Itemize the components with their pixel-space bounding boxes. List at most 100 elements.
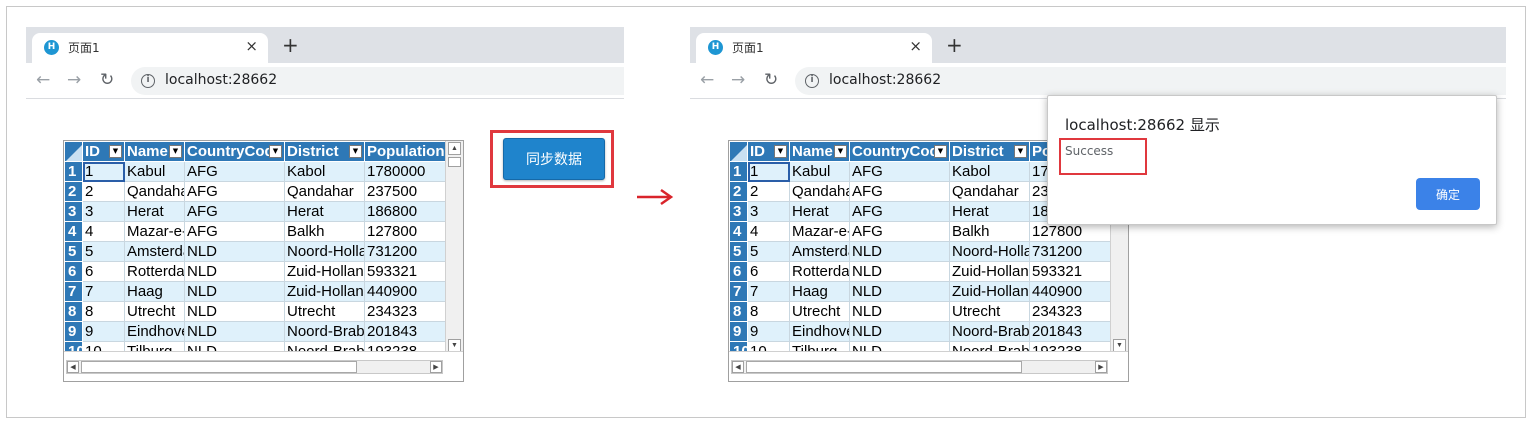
table-cell[interactable]: 2 [747,181,790,202]
filter-dropdown-icon[interactable]: ▼ [774,145,787,158]
table-row[interactable]: 66RotterdamNLDZuid-Holland593321 [729,261,1111,282]
table-cell[interactable]: Mazar-e-Sharif [789,221,850,242]
table-cell[interactable]: 440900 [364,281,446,302]
forward-arrow-icon[interactable]: → [67,70,81,90]
table-row[interactable]: 99EindhovenNLDNoord-Brabant201843 [729,321,1111,342]
table-row[interactable]: 99EindhovenNLDNoord-Brabant201843 [64,321,446,342]
row-header[interactable]: 1 [729,161,748,182]
scroll-right-icon[interactable]: ▶ [430,361,442,373]
table-cell[interactable]: 1 [747,161,790,182]
table-cell[interactable]: 1 [82,161,125,182]
table-cell[interactable]: AFG [849,181,950,202]
table-cell[interactable]: NLD [184,301,285,322]
table-cell[interactable]: Mazar-e-Sharif [124,221,185,242]
table-cell[interactable]: Amsterdam [124,241,185,262]
close-tab-icon[interactable]: × [245,37,258,55]
table-row[interactable]: 8 8 Utrecht NLD Utrecht 234323 [64,301,446,322]
filter-dropdown-icon[interactable]: ▼ [269,145,282,158]
select-all-corner[interactable] [64,141,83,162]
site-info-icon[interactable]: i [141,74,155,88]
filter-dropdown-icon[interactable]: ▼ [349,145,362,158]
vertical-scrollbar[interactable]: ▲ ▼ [445,141,463,353]
row-header[interactable]: 8 [729,301,748,322]
table-cell[interactable]: 731200 [1029,241,1111,262]
new-tab-icon[interactable]: + [946,33,963,57]
table-cell[interactable]: NLD [184,261,285,282]
scroll-thumb[interactable] [746,361,1022,373]
table-cell[interactable]: 7 [747,281,790,302]
back-arrow-icon[interactable]: ← [700,70,714,90]
table-row[interactable]: 44Mazar-e-SharifAFGBalkh127800 [64,221,446,242]
filter-dropdown-icon[interactable]: ▼ [169,145,182,158]
table-cell[interactable]: NLD [184,241,285,262]
table-cell[interactable]: 201843 [364,321,446,342]
row-header[interactable]: 9 [64,321,83,342]
table-cell[interactable]: 5 [747,241,790,262]
table-cell[interactable]: 4 [747,221,790,242]
table-cell[interactable]: 9 [747,321,790,342]
table-cell[interactable]: 3 [82,201,125,222]
table-cell[interactable]: Haag [124,281,185,302]
row-header[interactable]: 8 [64,301,83,322]
table-cell[interactable]: 9 [82,321,125,342]
table-cell[interactable]: 7 [82,281,125,302]
table-cell[interactable]: Herat [789,201,850,222]
table-cell[interactable]: 201843 [1029,321,1111,342]
table-cell[interactable]: AFG [184,221,285,242]
column-header[interactable]: CountryCode ▼ [849,141,950,162]
table-cell[interactable]: NLD [849,281,950,302]
forward-arrow-icon[interactable]: → [731,70,745,90]
table-cell[interactable]: Utrecht [789,301,850,322]
table-row[interactable]: 22QandaharAFGQandahar237500 [64,181,446,202]
table-cell[interactable]: Noord-Brabant [284,321,365,342]
close-tab-icon[interactable]: × [909,37,922,55]
table-cell[interactable]: 8 [82,301,125,322]
row-header[interactable]: 2 [729,181,748,202]
table-cell[interactable]: 186800 [364,201,446,222]
row-header[interactable]: 5 [64,241,83,262]
table-cell[interactable]: Eindhoven [124,321,185,342]
browser-tab[interactable]: H 页面1 × [696,33,932,63]
table-cell[interactable]: Zuid-Holland [949,261,1030,282]
table-cell[interactable]: NLD [849,261,950,282]
row-header[interactable]: 7 [729,281,748,302]
table-cell[interactable]: Noord-Holland [949,241,1030,262]
table-cell[interactable]: Herat [949,201,1030,222]
table-cell[interactable]: 3 [747,201,790,222]
table-row[interactable]: 11KabulAFGKabol1780000 [64,161,446,182]
scroll-left-icon[interactable]: ◀ [732,361,744,373]
scroll-left-icon[interactable]: ◀ [67,361,79,373]
table-cell[interactable]: Balkh [949,221,1030,242]
new-tab-icon[interactable]: + [282,33,299,57]
table-cell[interactable]: 234323 [1029,301,1111,322]
column-header[interactable]: Name ▼ [124,141,185,162]
row-header[interactable]: 4 [64,221,83,242]
table-cell[interactable]: Noord-Holland [284,241,365,262]
row-header[interactable]: 6 [729,261,748,282]
column-header[interactable]: District ▼ [284,141,365,162]
row-header[interactable]: 7 [64,281,83,302]
table-cell[interactable]: Eindhoven [789,321,850,342]
browser-tab[interactable]: H 页面1 × [32,33,268,63]
select-all-corner[interactable] [729,141,748,162]
table-cell[interactable]: NLD [184,281,285,302]
table-row[interactable]: 33HeratAFGHerat186800 [64,201,446,222]
table-cell[interactable]: Kabol [949,161,1030,182]
scroll-track[interactable]: ◀ ▶ [731,360,1108,374]
table-cell[interactable]: 8 [747,301,790,322]
spreadsheet-grid[interactable]: ID▼ Name▼ CountryCode▼ District▼ Populat… [63,140,464,382]
table-cell[interactable]: Qandahar [789,181,850,202]
address-bar[interactable]: i localhost:28662 [131,67,624,95]
table-cell[interactable]: Herat [284,201,365,222]
table-cell[interactable]: Qandahar [124,181,185,202]
table-cell[interactable]: Haag [789,281,850,302]
table-cell[interactable]: 234323 [364,301,446,322]
table-row[interactable]: 55AmsterdamNLDNoord-Holland731200 [64,241,446,262]
table-cell[interactable]: Qandahar [284,181,365,202]
table-cell[interactable]: AFG [184,201,285,222]
table-cell[interactable]: 731200 [364,241,446,262]
table-cell[interactable]: 2 [82,181,125,202]
table-row[interactable]: 7 7 Haag NLD Zuid-Holland 440900 [729,281,1111,302]
table-cell[interactable]: AFG [184,181,285,202]
row-header[interactable]: 5 [729,241,748,262]
